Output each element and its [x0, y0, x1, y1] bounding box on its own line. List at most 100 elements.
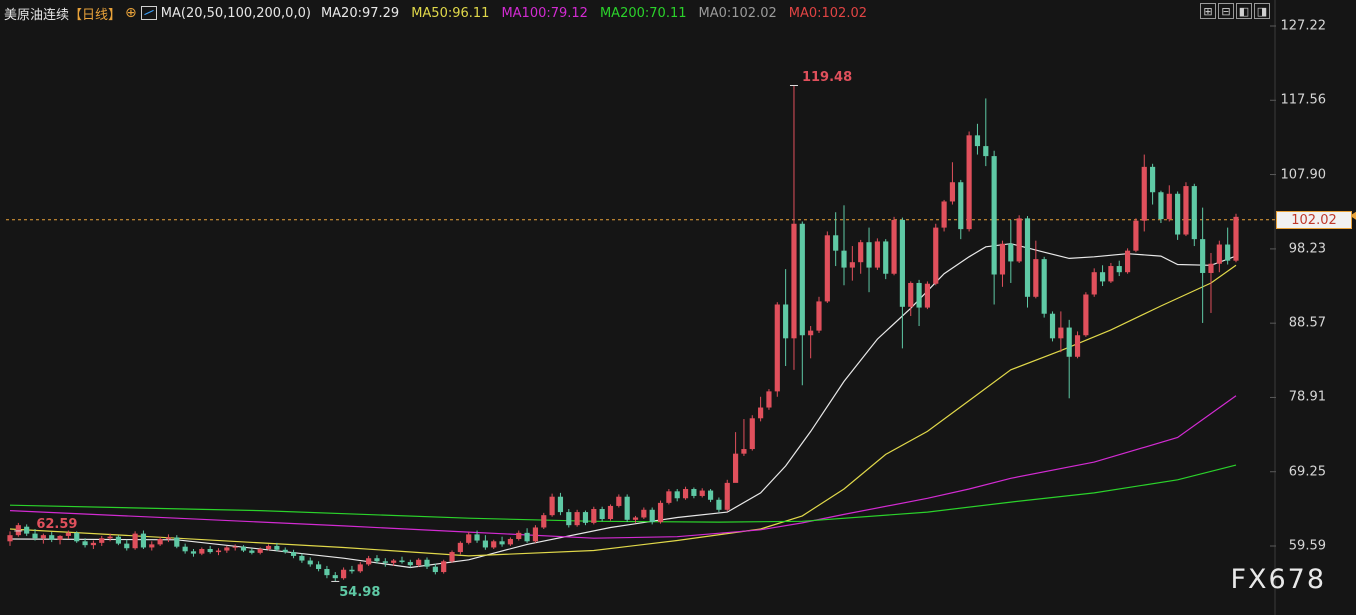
candle-body — [165, 537, 172, 540]
low-annotation: 54.98 — [339, 585, 381, 601]
candle-body — [924, 283, 931, 308]
candle-body — [766, 391, 772, 408]
candle-body — [883, 241, 889, 274]
candle-body — [499, 541, 505, 545]
candle-body — [474, 534, 480, 541]
candle-body — [240, 546, 247, 551]
candle-body — [1200, 239, 1206, 273]
candle-body — [524, 532, 530, 542]
candle-body — [374, 558, 380, 562]
candle-body — [724, 482, 730, 510]
candle-body — [916, 282, 922, 308]
toolbar-button[interactable]: ◨ — [1254, 3, 1270, 19]
candle-body — [1166, 193, 1172, 220]
candle-body — [1158, 192, 1164, 220]
candle-body — [1058, 327, 1064, 339]
toolbar-button[interactable]: ⊞ — [1200, 3, 1216, 19]
candle-body — [716, 499, 722, 510]
candle-body — [541, 515, 547, 528]
candle-body — [1141, 166, 1147, 221]
candle-body — [282, 549, 288, 553]
toolbar-button[interactable]: ⊟ — [1218, 3, 1234, 19]
toolbar-button[interactable]: ◧ — [1236, 3, 1252, 19]
candle-body — [549, 496, 555, 516]
candle-body — [507, 539, 513, 545]
candle-body — [132, 533, 138, 549]
candle-body — [257, 548, 263, 553]
candle-body — [1208, 263, 1214, 273]
candle-body — [691, 489, 697, 496]
candle-body — [249, 550, 255, 553]
candle-body — [733, 453, 739, 483]
candle-body — [82, 541, 88, 546]
candle-body — [532, 527, 539, 542]
candle-body — [991, 156, 997, 275]
candle-body — [858, 242, 864, 263]
candle-body — [774, 304, 780, 392]
candle-body — [899, 219, 905, 307]
candle-body — [758, 407, 764, 419]
candlestick-chart — [0, 0, 1356, 615]
chart-header: 美原油连续 【日线】 ⊕ MA(20,50,100,200,0,0) MA20:… — [4, 3, 879, 23]
candle-body — [274, 545, 280, 550]
candle-body — [57, 535, 63, 540]
candle-body — [299, 555, 305, 561]
candle-body — [624, 496, 630, 520]
candle-body — [1175, 193, 1181, 235]
candle-body — [482, 540, 488, 548]
candle-body — [315, 564, 322, 569]
candle-body — [265, 545, 272, 549]
candle-body — [140, 533, 147, 548]
candle-body — [74, 532, 80, 542]
candle-body — [32, 533, 38, 539]
candle-body — [616, 496, 622, 506]
candle-body — [749, 418, 755, 450]
indicator-icon[interactable] — [140, 6, 157, 20]
add-indicator-icon[interactable]: ⊕ — [125, 5, 137, 21]
candle-body — [674, 491, 680, 499]
candle-body — [816, 301, 822, 331]
candle-body — [65, 532, 71, 536]
candle-body — [341, 569, 347, 579]
candle-body — [966, 135, 972, 230]
candle-body — [908, 282, 914, 307]
candle-body — [24, 526, 30, 534]
candle-body — [190, 551, 197, 554]
candle-body — [791, 223, 797, 339]
ma-settings-label[interactable]: MA(20,50,100,200,0,0) — [161, 6, 311, 21]
chart-area: 美原油连续 【日线】 ⊕ MA(20,50,100,200,0,0) MA20:… — [0, 0, 1356, 615]
candle-body — [999, 243, 1006, 275]
candle-body — [1108, 266, 1114, 282]
candle-body — [1066, 327, 1072, 357]
candle-body — [666, 491, 672, 503]
candle-body — [841, 250, 847, 268]
candle-body — [891, 219, 897, 274]
candle-body — [182, 546, 188, 552]
candle-body — [1074, 335, 1081, 357]
candle-body — [1133, 220, 1139, 251]
candle-body — [849, 262, 855, 268]
candle-body — [591, 509, 597, 523]
candle-body — [407, 562, 413, 566]
period-tag[interactable]: 【日线】 — [69, 4, 121, 23]
chart-background — [0, 0, 1356, 615]
candle-body — [824, 235, 830, 302]
candle-body — [107, 536, 113, 539]
candle-body — [983, 146, 989, 157]
candle-body — [741, 449, 747, 454]
candle-body — [808, 330, 814, 336]
candle-body — [199, 548, 205, 554]
instrument-title: 美原油连续 — [4, 7, 70, 23]
candle-body — [174, 537, 180, 547]
candle-body — [115, 536, 122, 544]
candle-body — [1191, 186, 1197, 240]
y-tick-label: 59.59 — [1288, 538, 1326, 554]
candle-body — [391, 560, 397, 563]
candle-body — [324, 568, 330, 576]
ma-value: MA100:79.12 — [501, 5, 588, 21]
y-tick-label: 88.57 — [1288, 315, 1326, 331]
start-annotation: 62.59 — [36, 516, 78, 532]
candle-body — [1041, 259, 1047, 314]
candle-body — [833, 235, 839, 251]
candle-body — [432, 566, 438, 573]
